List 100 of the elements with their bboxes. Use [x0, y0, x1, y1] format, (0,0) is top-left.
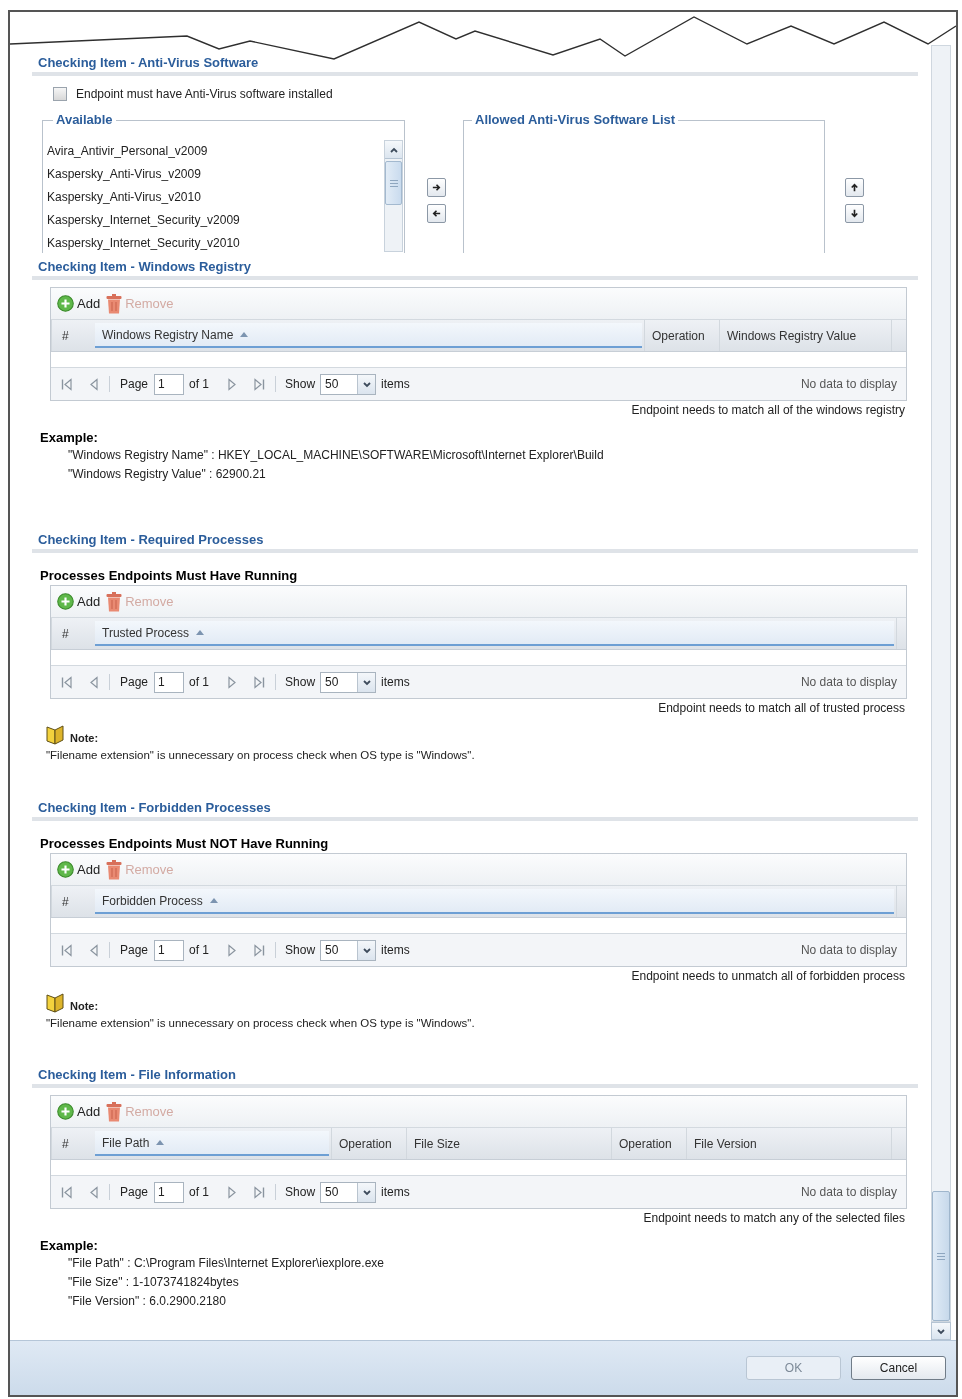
page-label: Page	[120, 674, 149, 691]
first-page-icon	[61, 675, 73, 689]
page-label: Page	[120, 376, 149, 393]
prev-page-icon	[89, 675, 99, 689]
scroll-up-button[interactable]	[385, 141, 402, 159]
arrow-right-icon	[431, 182, 442, 193]
first-page-icon	[61, 1185, 73, 1199]
grid-status-text: No data to display	[800, 376, 897, 393]
checkbox[interactable]	[53, 87, 67, 101]
page-number-field[interactable]: 1	[154, 1181, 185, 1203]
column-header[interactable]: #	[51, 886, 93, 917]
chevron-down-icon	[361, 677, 372, 687]
previous-page-button[interactable]	[89, 943, 99, 957]
section-heading: Checking Item - File Information	[38, 1067, 236, 1083]
prev-page-icon	[89, 943, 99, 957]
next-page-button[interactable]	[227, 1185, 238, 1199]
column-header[interactable]: Operation	[611, 1128, 686, 1159]
page-number-field[interactable]: 1	[154, 373, 185, 395]
page-number-field[interactable]: 1	[154, 939, 185, 961]
arrow-left-icon	[431, 208, 442, 219]
page-size-select[interactable]: 50	[320, 671, 377, 693]
next-page-icon	[227, 377, 238, 391]
toolbar-button[interactable]: Add	[57, 861, 101, 878]
grid-status-text: No data to display	[800, 942, 897, 959]
example-line: "File Path" : C:\Program Files\Internet Explorer\iexplore.exe	[68, 1255, 384, 1272]
page-size-select[interactable]: 50	[320, 373, 377, 395]
column-header[interactable]: #	[51, 320, 93, 351]
chevron-down-icon	[936, 1326, 946, 1336]
page-label: Page	[120, 942, 149, 959]
page-label: Page	[120, 1184, 149, 1201]
last-page-button[interactable]	[253, 377, 266, 391]
first-page-button[interactable]	[61, 377, 73, 391]
checkbox-label: Endpoint must have Anti-Virus software installed	[76, 86, 333, 102]
items-label: items	[381, 1184, 410, 1201]
last-page-icon	[253, 943, 266, 957]
last-page-button[interactable]	[253, 943, 266, 957]
last-page-icon	[253, 675, 266, 689]
chevron-down-icon	[361, 945, 372, 955]
example-line: "File Size" : 1-1073741824bytes	[68, 1274, 239, 1291]
list-item[interactable]: Kaspersky_Anti-Virus_v2009	[47, 163, 201, 186]
column-header[interactable]: Operation	[644, 320, 719, 351]
toolbar-button[interactable]: Add	[57, 593, 101, 610]
note-text: "Filename extension" is unnecessary on process check when OS type is "Windows".	[46, 748, 475, 763]
column-header[interactable]: Forbidden Process	[95, 889, 894, 914]
last-page-button[interactable]	[253, 675, 266, 689]
add-icon	[57, 1103, 74, 1120]
column-header[interactable]: File Path	[95, 1131, 329, 1156]
first-page-button[interactable]	[61, 943, 73, 957]
grid-subtitle: Processes Endpoints Must NOT Have Running	[40, 836, 329, 852]
list-item[interactable]: Kaspersky_Anti-Virus_v2010	[47, 186, 201, 209]
toolbar-button[interactable]: Add	[57, 295, 101, 312]
list-item[interactable]: Avira_Antivir_Personal_v2009	[47, 140, 208, 163]
items-label: items	[381, 376, 410, 393]
example-title: Example:	[40, 1238, 98, 1254]
column-header[interactable]: File Version	[686, 1128, 891, 1159]
chevron-down-icon	[361, 1187, 372, 1197]
note-text: "Filename extension" is unnecessary on process check when OS type is "Windows".	[46, 1016, 475, 1031]
previous-page-button[interactable]	[89, 675, 99, 689]
show-label: Show	[285, 942, 316, 959]
column-header[interactable]: File Size	[406, 1128, 611, 1159]
dialog-button[interactable]: Cancel	[851, 1356, 946, 1380]
page-size-select[interactable]: 50	[320, 1181, 377, 1203]
page-count: of 1	[189, 1184, 210, 1201]
next-page-button[interactable]	[227, 377, 238, 391]
page-count: of 1	[189, 376, 210, 393]
page-size-select[interactable]: 50	[320, 939, 377, 961]
group-legend: Available	[53, 112, 116, 128]
column-header[interactable]: Trusted Process	[95, 621, 894, 646]
move-down-button[interactable]	[845, 204, 864, 223]
page-number-field[interactable]: 1	[154, 671, 185, 693]
list-item[interactable]: Kaspersky_Internet_Security_v2009	[47, 209, 240, 232]
list-scrollbar[interactable]	[384, 140, 403, 252]
first-page-icon	[61, 377, 73, 391]
column-header[interactable]: #	[51, 1128, 93, 1159]
next-page-button[interactable]	[227, 675, 238, 689]
show-label: Show	[285, 376, 316, 393]
column-header[interactable]: Windows Registry Name	[95, 323, 642, 348]
move-up-button[interactable]	[845, 178, 864, 197]
list-item[interactable]: Kaspersky_Internet_Security_v2010	[47, 232, 240, 255]
remove-from-list-button[interactable]	[427, 204, 446, 223]
sort-ascending-icon	[240, 332, 249, 337]
add-to-list-button[interactable]	[427, 178, 446, 197]
next-page-icon	[227, 943, 238, 957]
requirement-caption: Endpoint needs to match all of the windows registry	[631, 402, 905, 418]
trash-icon	[106, 293, 123, 314]
chevron-down-icon	[361, 379, 372, 389]
first-page-button[interactable]	[61, 675, 73, 689]
column-header[interactable]: #	[51, 618, 93, 649]
last-page-button[interactable]	[253, 1185, 266, 1199]
scrollbar-thumb[interactable]	[385, 161, 402, 205]
column-header[interactable]: Operation	[331, 1128, 406, 1159]
add-icon	[57, 593, 74, 610]
scroll-down-button[interactable]	[931, 1322, 951, 1340]
column-header[interactable]: Windows Registry Value	[719, 320, 891, 351]
previous-page-button[interactable]	[89, 377, 99, 391]
scrollbar-thumb[interactable]	[932, 1191, 950, 1321]
toolbar-button[interactable]: Add	[57, 1103, 101, 1120]
next-page-button[interactable]	[227, 943, 238, 957]
first-page-button[interactable]	[61, 1185, 73, 1199]
previous-page-button[interactable]	[89, 1185, 99, 1199]
